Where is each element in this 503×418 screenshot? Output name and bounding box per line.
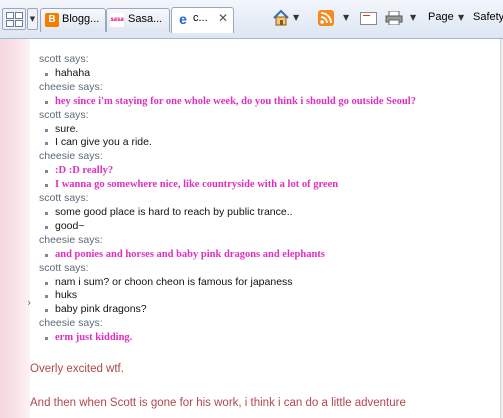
chat-message: erm just kidding. — [39, 331, 489, 345]
chat-message-list: some good place is hard to reach by publ… — [39, 206, 489, 234]
chat-message: I wanna go somewhere nice, like countrys… — [39, 178, 489, 192]
tab-blogger[interactable]: B Blogg... — [40, 8, 106, 32]
browser-toolbar: ▼ B Blogg... sasa Sasa... e c... ✕ ▼ ▼ ▼… — [0, 0, 503, 39]
chat-message-list: erm just kidding. — [39, 331, 489, 345]
tab-label: Sasa... — [128, 13, 163, 25]
chat-message: some good place is hard to reach by publ… — [39, 206, 489, 220]
print-icon[interactable] — [385, 11, 403, 25]
chat-message: baby pink dragons? — [39, 303, 489, 317]
chat-message: hey since i'm staying for one whole week… — [39, 95, 489, 109]
left-decoration — [0, 39, 30, 418]
close-tab-icon[interactable]: ✕ — [218, 8, 228, 29]
chat-message-list: :D :D really? I wanna go somewhere nice, … — [39, 164, 489, 192]
chat-message: hahaha — [39, 67, 489, 81]
ie-icon: e — [179, 11, 187, 27]
chat-message: huks — [39, 289, 489, 303]
chat-speaker: cheesie says: — [39, 233, 103, 246]
chat-speaker: cheesie says: — [39, 317, 103, 330]
feeds-dropdown-icon[interactable]: ▼ — [343, 13, 349, 22]
chat-message-list: and ponies and horses and baby pink drag… — [39, 248, 489, 262]
quick-tabs-icon-cell — [15, 20, 23, 27]
quick-tabs-icon-cell — [15, 12, 23, 19]
body-paragraph: And then when Scott is gone for his work… — [30, 397, 406, 409]
tab-label: Blogg... — [62, 13, 100, 25]
chat-message-list: hahaha — [39, 67, 489, 81]
quick-tabs-button[interactable] — [2, 8, 26, 30]
chat-speaker: scott says: — [39, 53, 89, 65]
home-icon[interactable] — [272, 9, 290, 27]
page-dropdown-icon[interactable]: ▼ — [458, 13, 464, 22]
tab-list-button[interactable]: ▼ — [27, 8, 38, 30]
sasa-icon: sasa — [110, 13, 124, 27]
chat-transcript: scott says: hahaha cheesie says: hey since … — [39, 53, 489, 345]
page-menu[interactable]: Page — [428, 11, 454, 23]
chat-message-list: hey since i'm staying for one whole week… — [39, 95, 489, 109]
chat-message: :D :D really? — [39, 164, 489, 178]
tab-sasa[interactable]: sasa Sasa... — [106, 8, 170, 32]
quick-tabs-icon-cell — [6, 20, 14, 27]
chevron-down-icon: ▼ — [29, 15, 36, 23]
home-dropdown-icon[interactable]: ▼ — [293, 13, 299, 22]
chat-speaker: cheesie says: — [39, 80, 103, 93]
chat-speaker: scott says: — [39, 261, 89, 274]
chat-message: sure. — [39, 123, 489, 137]
chat-message: and ponies and horses and baby pink drag… — [39, 248, 489, 262]
chat-message-list: nam i sum? or choon cheon is famous for … — [39, 276, 489, 318]
chat-speaker: cheesie says: — [39, 150, 103, 163]
read-mail-icon[interactable] — [360, 12, 377, 25]
print-dropdown-icon[interactable]: ▼ — [410, 13, 416, 22]
chat-message: I can give you a ride. — [39, 136, 489, 150]
side-arrow-icon[interactable]: › — [27, 296, 31, 309]
chat-message-list: sure. I can give you a ride. — [39, 123, 489, 151]
tab-label: c... — [193, 12, 208, 24]
chat-speaker: scott says: — [39, 192, 89, 205]
quick-tabs-icon — [6, 12, 14, 19]
blogger-icon: B — [45, 13, 59, 27]
feeds-icon[interactable] — [318, 10, 334, 26]
tab-current[interactable]: e c... ✕ — [171, 7, 234, 33]
chat-message: good~ — [39, 220, 489, 234]
chat-speaker: scott says: — [39, 108, 89, 121]
safety-menu[interactable]: Safety — [473, 11, 503, 23]
chat-message: nam i sum? or choon cheon is famous for … — [39, 276, 489, 290]
body-paragraph: Overly excited wtf. — [30, 363, 124, 375]
page-content: › scott says: hahaha cheesie says: hey sinc… — [0, 39, 503, 418]
